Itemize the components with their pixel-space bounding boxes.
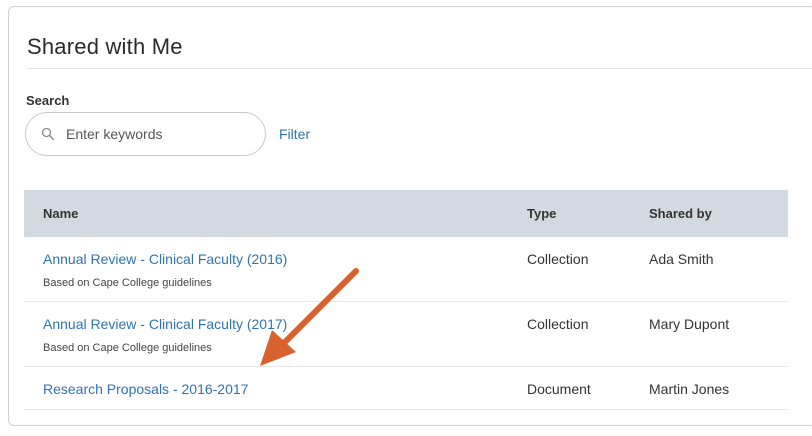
item-title-link[interactable]: Annual Review - Clinical Faculty (2016)	[43, 251, 287, 267]
column-header-shared-by[interactable]: Shared by	[649, 206, 712, 221]
table-row: Annual Review - Clinical Faculty (2016) …	[24, 237, 788, 302]
title-divider	[27, 68, 812, 69]
column-header-type[interactable]: Type	[527, 206, 556, 221]
item-subtitle: Based on Cape College guidelines	[43, 277, 212, 289]
search-icon	[40, 126, 56, 142]
table-row: Research Proposals - 2016-2017 Document …	[24, 367, 788, 410]
item-shared-by: Mary Dupont	[649, 316, 730, 332]
table-row: Annual Review - Clinical Faculty (2017) …	[24, 302, 788, 367]
page-title: Shared with Me	[27, 34, 183, 59]
search-box[interactable]	[25, 112, 266, 156]
filter-link[interactable]: Filter	[279, 126, 310, 142]
item-shared-by: Ada Smith	[649, 251, 714, 267]
item-title-link[interactable]: Annual Review - Clinical Faculty (2017)	[43, 316, 287, 332]
shared-items-table: Name Type Shared by Annual Review - Clin…	[24, 190, 788, 410]
item-type: Collection	[527, 316, 589, 332]
search-label: Search	[26, 93, 70, 108]
search-input[interactable]	[64, 125, 248, 143]
column-header-name[interactable]: Name	[43, 206, 78, 221]
shared-with-me-panel: Shared with Me Search Filter Name Type S…	[8, 6, 812, 426]
item-subtitle: Based on Cape College guidelines	[43, 342, 212, 354]
item-title-link[interactable]: Research Proposals - 2016-2017	[43, 381, 248, 397]
item-shared-by: Martin Jones	[649, 381, 730, 397]
table-header: Name Type Shared by	[24, 190, 788, 237]
item-type: Document	[527, 381, 591, 397]
item-type: Collection	[527, 251, 589, 267]
